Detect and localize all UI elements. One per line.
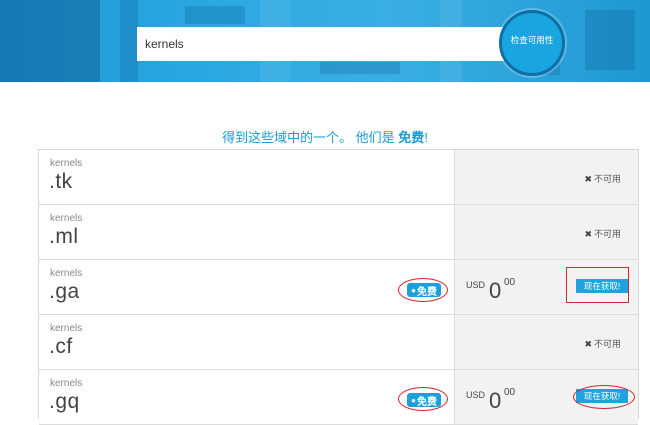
domain-search-input[interactable] (137, 27, 511, 61)
highlight-ring (398, 278, 448, 302)
price-whole: 0 (489, 388, 502, 413)
unavailable-status: ✖ 不可用 (584, 337, 621, 350)
status-text: 不可用 (593, 339, 621, 349)
domain-results-table: kernels .tk ✖ 不可用 kernels .ml ✖ 不可用 kernel… (38, 149, 639, 425)
unavailable-status: ✖ 不可用 (584, 172, 621, 185)
domain-tld: .gq (49, 390, 80, 413)
status-text: 不可用 (593, 229, 621, 239)
highlight-box (566, 267, 629, 303)
domain-row-ga: kernels .ga ● 免费 USD 0 00 现在获取! (39, 260, 638, 315)
highlight-ring (398, 387, 448, 411)
price-cents: 00 (504, 277, 516, 288)
cross-icon: ✖ (584, 339, 592, 349)
domain-name: kernels (50, 268, 83, 279)
domain-row-gq: kernels .gq ● 免费 USD 0 00 现在获取! (39, 370, 638, 425)
hero-background-shape (320, 62, 400, 74)
domain-status-cell: ✖ 不可用 (455, 150, 638, 204)
domain-tld: .cf (49, 335, 73, 358)
domain-tld: .tk (49, 170, 73, 193)
domain-status-cell: ✖ 不可用 (455, 315, 638, 369)
hero-background-shade (0, 0, 100, 82)
headline-suffix: ! (424, 130, 428, 145)
price-currency: USD (466, 280, 486, 290)
domain-name: kernels (50, 213, 83, 224)
hero-background-shape (585, 10, 635, 70)
domain-price-cell: USD 0 00 现在获取! (455, 370, 638, 424)
domain-row-ml: kernels .ml ✖ 不可用 (39, 205, 638, 260)
hero-background-shape (120, 0, 138, 82)
domain-cell: kernels .gq ● 免费 (39, 370, 455, 424)
cross-icon: ✖ (584, 174, 592, 184)
domain-cell: kernels .ml (39, 205, 455, 259)
check-availability-label: 检查可用性 (510, 35, 554, 45)
status-text: 不可用 (593, 174, 621, 184)
price-currency: USD (466, 390, 486, 400)
domain-status-cell: ✖ 不可用 (455, 205, 638, 259)
domain-name: kernels (50, 158, 83, 169)
check-availability-button[interactable]: 检查可用性 (499, 10, 565, 76)
free-domains-headline: 得到这些域中的一个。 他们是 免费! (0, 127, 650, 146)
domain-tld: .ml (49, 225, 79, 248)
unavailable-status: ✖ 不可用 (584, 227, 621, 240)
domain-row-cf: kernels .cf ✖ 不可用 (39, 315, 638, 370)
price-cents: 00 (504, 387, 516, 398)
domain-price-cell: USD 0 00 现在获取! (455, 260, 638, 314)
domain-name: kernels (50, 378, 83, 389)
domain-row-tk: kernels .tk ✖ 不可用 (39, 150, 638, 205)
cross-icon: ✖ (584, 229, 592, 239)
highlight-ring (573, 385, 635, 409)
price-whole: 0 (489, 278, 502, 303)
domain-cell: kernels .cf (39, 315, 455, 369)
domain-name: kernels (50, 323, 83, 334)
hero-banner: 检查可用性 (0, 0, 650, 82)
headline-free: 免费 (398, 130, 425, 145)
headline-text: 得到这些域中的一个。 他们是 (222, 130, 399, 145)
domain-cell: kernels .ga ● 免费 (39, 260, 455, 314)
domain-cell: kernels .tk (39, 150, 455, 204)
hero-background-shape (185, 6, 245, 24)
domain-tld: .ga (49, 280, 80, 303)
